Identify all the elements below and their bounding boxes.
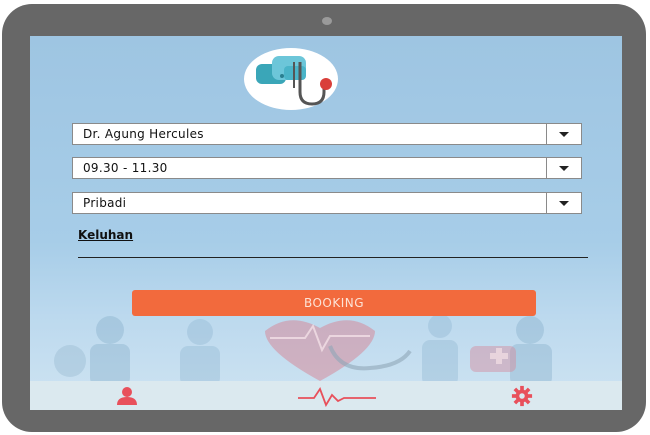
booking-button[interactable]: BOOKING — [132, 290, 536, 316]
schedule-select[interactable]: 09.30 - 11.30 — [72, 157, 582, 179]
doctor-select-value: Dr. Agung Hercules — [83, 127, 204, 141]
nav-profile-button[interactable] — [114, 385, 140, 410]
app-logo — [244, 48, 338, 110]
stethoscope-logo-icon — [256, 56, 332, 106]
gear-icon — [511, 385, 533, 407]
nav-settings-button[interactable] — [510, 385, 534, 410]
patient-type-select[interactable]: Pribadi — [72, 192, 582, 214]
camera-icon — [322, 17, 332, 25]
chevron-down-icon — [559, 200, 569, 206]
heartbeat-icon — [298, 387, 376, 408]
patient-type-dropdown-button[interactable] — [546, 193, 581, 213]
schedule-dropdown-button[interactable] — [546, 158, 581, 178]
schedule-select-value: 09.30 - 11.30 — [83, 161, 168, 175]
tablet-frame: Dr. Agung Hercules 09.30 - 11.30 Pribadi… — [2, 4, 646, 432]
doctor-select[interactable]: Dr. Agung Hercules — [72, 123, 582, 145]
complaint-label: Keluhan — [78, 228, 134, 242]
doctor-dropdown-button[interactable] — [546, 124, 581, 144]
chevron-down-icon — [559, 165, 569, 171]
app-screen: Dr. Agung Hercules 09.30 - 11.30 Pribadi… — [30, 36, 622, 410]
person-icon — [117, 387, 137, 405]
complaint-input[interactable] — [78, 257, 588, 258]
nav-health-button[interactable] — [298, 385, 376, 410]
chevron-down-icon — [559, 131, 569, 137]
patient-type-select-value: Pribadi — [83, 196, 127, 210]
medical-staff-illustration — [54, 314, 552, 386]
bottom-navigation — [30, 381, 622, 410]
